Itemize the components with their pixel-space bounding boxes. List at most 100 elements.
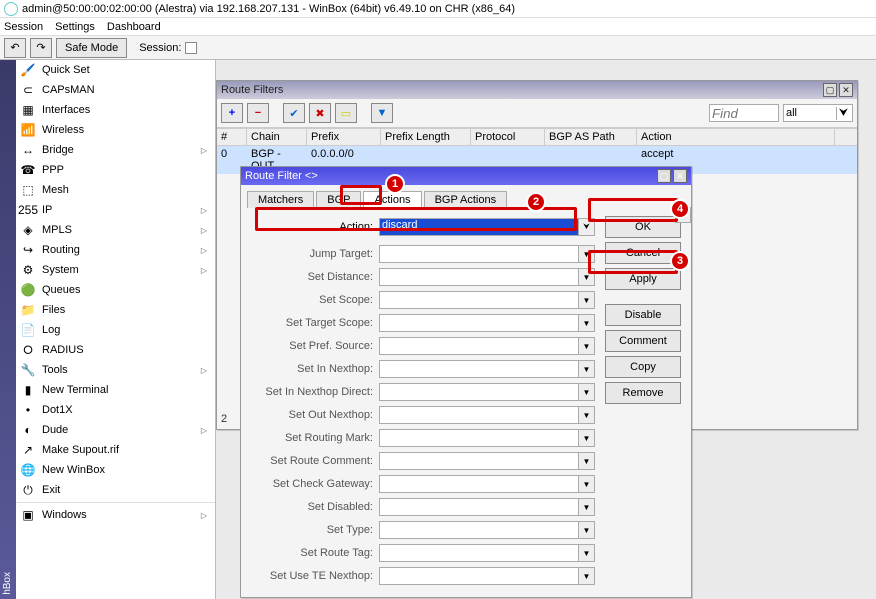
sidebar-item-queues[interactable]: 🟢Queues — [16, 280, 215, 300]
sidebar-item-new-terminal[interactable]: ▮New Terminal — [16, 380, 215, 400]
sidebar-item-files[interactable]: 📁Files — [16, 300, 215, 320]
input-set-out-nexthop-[interactable] — [379, 406, 579, 424]
sidebar-item-tools[interactable]: 🔧Tools▷ — [16, 360, 215, 380]
filter-scope-combo[interactable]: all⮟ — [783, 104, 853, 122]
redo-button[interactable]: ↷ — [30, 38, 52, 58]
input-set-use-te-nexthop-[interactable] — [379, 567, 579, 585]
sidebar-item-capsman[interactable]: ⊂CAPsMAN — [16, 80, 215, 100]
disable-button[interactable]: Disable — [605, 304, 681, 326]
sidebar-item-ppp[interactable]: ☎PPP — [16, 160, 215, 180]
sidebar-item-ip[interactable]: 255IP▷ — [16, 200, 215, 220]
maximize-icon[interactable]: ▢ — [657, 169, 671, 183]
copy-button[interactable]: Copy — [605, 356, 681, 378]
dropdown-icon[interactable]: ▼ — [579, 383, 595, 401]
disable-button[interactable]: ✖ — [309, 103, 331, 123]
dropdown-icon[interactable]: ▼ — [579, 245, 595, 263]
input-action-[interactable]: discard — [379, 218, 579, 236]
sidebar-item-label: Mesh — [42, 184, 69, 196]
col--[interactable]: # — [217, 129, 247, 145]
menu-dashboard[interactable]: Dashboard — [107, 21, 161, 33]
enable-button[interactable]: ✔ — [283, 103, 305, 123]
menu-settings[interactable]: Settings — [55, 21, 95, 33]
col-action[interactable]: Action — [637, 129, 835, 145]
sidebar-item-wireless[interactable]: 📶Wireless — [16, 120, 215, 140]
dropdown-icon[interactable]: ⮟ — [579, 218, 595, 236]
input-set-pref-source-[interactable] — [379, 337, 579, 355]
dropdown-icon[interactable]: ▼ — [579, 475, 595, 493]
sidebar-item-dot1x[interactable]: •Dot1X — [16, 400, 215, 420]
input-set-route-comment-[interactable] — [379, 452, 579, 470]
sidebar-item-radius[interactable]: ⭘RADIUS — [16, 340, 215, 360]
sidebar-item-bridge[interactable]: ↔Bridge▷ — [16, 140, 215, 160]
sidebar-item-interfaces[interactable]: ▦Interfaces — [16, 100, 215, 120]
mesh-icon: ⬚ — [20, 182, 36, 198]
sidebar-item-routing[interactable]: ↪Routing▷ — [16, 240, 215, 260]
radius-icon: ⭘ — [20, 342, 36, 358]
tab-bgp-actions[interactable]: BGP Actions — [424, 191, 508, 208]
dropdown-icon[interactable]: ▼ — [579, 360, 595, 378]
remove-button[interactable]: − — [247, 103, 269, 123]
dropdown-icon[interactable]: ▼ — [579, 314, 595, 332]
close-icon[interactable]: ✕ — [839, 83, 853, 97]
dropdown-icon[interactable]: ▼ — [579, 521, 595, 539]
dropdown-icon[interactable]: ▼ — [579, 291, 595, 309]
dropdown-icon[interactable]: ▼ — [579, 452, 595, 470]
session-checkbox[interactable] — [185, 42, 197, 54]
dropdown-icon[interactable]: ▼ — [579, 567, 595, 585]
input-set-in-nexthop-direct-[interactable] — [379, 383, 579, 401]
add-button[interactable]: + — [221, 103, 243, 123]
dropdown-icon[interactable]: ▼ — [579, 498, 595, 516]
sidebar-item-mesh[interactable]: ⬚ Mesh — [16, 180, 215, 200]
route-filters-titlebar[interactable]: Route Filters ▢ ✕ — [217, 81, 857, 99]
sidebar-item-exit[interactable]: ⏻Exit — [16, 480, 215, 500]
dropdown-icon[interactable]: ▼ — [579, 406, 595, 424]
input-set-check-gateway-[interactable] — [379, 475, 579, 493]
comment-button[interactable]: ▭ — [335, 103, 357, 123]
chevron-right-icon: ▷ — [201, 511, 211, 520]
col-bgp-as-path[interactable]: BGP AS Path — [545, 129, 637, 145]
sidebar-item-quick-set[interactable]: 🖌️Quick Set — [16, 60, 215, 80]
dropdown-icon[interactable]: ▼ — [579, 268, 595, 286]
sidebar-item-dude[interactable]: ◐Dude▷ — [16, 420, 215, 440]
menu-session[interactable]: Session — [4, 21, 43, 33]
route-filter-titlebar[interactable]: Route Filter <> ▢ ✕ — [241, 167, 691, 185]
sidebar-item-system[interactable]: ⚙System▷ — [16, 260, 215, 280]
input-set-routing-mark-[interactable] — [379, 429, 579, 447]
sidebar-item-mpls[interactable]: ◈MPLS▷ — [16, 220, 215, 240]
filter-button[interactable]: ▼ — [371, 103, 393, 123]
input-set-scope-[interactable] — [379, 291, 579, 309]
label-set-type-: Set Type: — [251, 524, 379, 536]
remove-button[interactable]: Remove — [605, 382, 681, 404]
sidebar-item-log[interactable]: 📄Log — [16, 320, 215, 340]
windows-icon: ▣ — [20, 507, 36, 523]
input-jump-target-[interactable] — [379, 245, 579, 263]
input-set-distance-[interactable] — [379, 268, 579, 286]
tab-bgp[interactable]: BGP — [316, 191, 361, 208]
sidebar-item-make-supout-rif[interactable]: ↗Make Supout.rif — [16, 440, 215, 460]
dropdown-icon[interactable]: ▼ — [579, 544, 595, 562]
sidebar-item-new-winbox[interactable]: 🌐New WinBox — [16, 460, 215, 480]
find-input[interactable] — [709, 104, 779, 122]
input-set-disabled-[interactable] — [379, 498, 579, 516]
sidebar-item-windows[interactable]: ▣Windows▷ — [16, 505, 215, 525]
label-set-in-nexthop-direct-: Set In Nexthop Direct: — [251, 386, 379, 398]
col-prefix-length[interactable]: Prefix Length — [381, 129, 471, 145]
input-set-route-tag-[interactable] — [379, 544, 579, 562]
col-protocol[interactable]: Protocol — [471, 129, 545, 145]
col-chain[interactable]: Chain — [247, 129, 307, 145]
input-set-type-[interactable] — [379, 521, 579, 539]
close-icon[interactable]: ✕ — [673, 169, 687, 183]
safe-mode-button[interactable]: Safe Mode — [56, 38, 127, 58]
dropdown-icon[interactable]: ▼ — [579, 337, 595, 355]
label-set-target-scope-: Set Target Scope: — [251, 317, 379, 329]
tab-matchers[interactable]: Matchers — [247, 191, 314, 208]
dropdown-icon[interactable]: ▼ — [579, 429, 595, 447]
undo-button[interactable]: ↶ — [4, 38, 26, 58]
comment-button[interactable]: Comment — [605, 330, 681, 352]
maximize-icon[interactable]: ▢ — [823, 83, 837, 97]
ok-button[interactable]: OK — [605, 216, 681, 238]
apply-button[interactable]: Apply — [605, 268, 681, 290]
col-prefix[interactable]: Prefix — [307, 129, 381, 145]
input-set-in-nexthop-[interactable] — [379, 360, 579, 378]
input-set-target-scope-[interactable] — [379, 314, 579, 332]
